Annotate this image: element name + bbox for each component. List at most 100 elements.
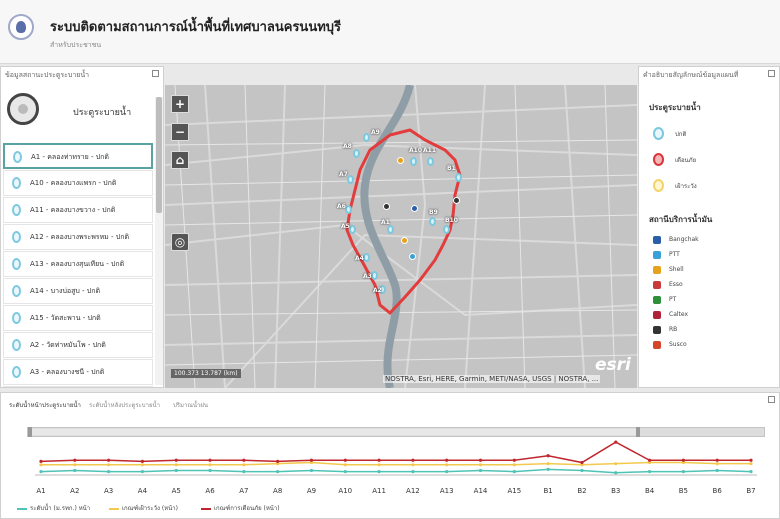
data-point[interactable] <box>749 470 753 474</box>
data-point[interactable] <box>445 458 449 462</box>
data-point[interactable] <box>377 463 381 467</box>
data-point[interactable] <box>614 471 618 475</box>
data-point[interactable] <box>614 440 618 444</box>
map-gate-marker[interactable] <box>345 205 352 214</box>
gate-list-item[interactable]: A11 - คลองบางขวาง - ปกติ <box>3 197 153 223</box>
data-point[interactable] <box>749 458 753 462</box>
data-point[interactable] <box>478 463 483 467</box>
map-gate-marker[interactable] <box>427 157 434 166</box>
fuel-station-marker[interactable] <box>453 197 460 204</box>
gate-list-item[interactable]: A4 - คลองอ้อมช้าง - ปกติ <box>3 386 153 387</box>
data-point[interactable] <box>140 470 145 474</box>
data-point[interactable] <box>242 463 246 467</box>
data-point[interactable] <box>715 468 719 473</box>
data-point[interactable] <box>377 470 381 474</box>
home-button[interactable]: ⌂ <box>171 151 189 169</box>
data-point[interactable] <box>445 470 449 474</box>
data-point[interactable] <box>546 467 550 471</box>
fuel-station-marker[interactable] <box>383 203 390 210</box>
data-point[interactable] <box>647 458 652 462</box>
map-gate-marker[interactable] <box>371 271 378 280</box>
scrollbar[interactable] <box>155 97 163 385</box>
data-point[interactable] <box>546 462 550 466</box>
data-point[interactable] <box>411 458 415 462</box>
data-point[interactable] <box>174 468 178 473</box>
data-point[interactable] <box>140 463 145 467</box>
gate-list-item[interactable]: A3 - คลองบางชนี - ปกติ <box>3 359 153 385</box>
data-point[interactable] <box>749 462 753 466</box>
map-gate-marker[interactable] <box>353 149 360 158</box>
data-point[interactable] <box>343 458 347 462</box>
data-point[interactable] <box>411 470 415 474</box>
data-point[interactable] <box>140 459 145 463</box>
gate-list-item[interactable]: A12 - คลองบางพระพรหม - ปกติ <box>3 224 153 250</box>
tab-front-water-level[interactable]: ระดับน้ำหน้าประตูระบายน้ำ <box>9 400 81 410</box>
data-point[interactable] <box>647 470 652 474</box>
range-handle-right[interactable] <box>636 427 640 437</box>
data-point[interactable] <box>478 468 483 473</box>
data-point[interactable] <box>276 459 280 463</box>
data-point[interactable] <box>512 470 516 474</box>
fuel-station-marker[interactable] <box>401 237 408 244</box>
maximize-icon[interactable] <box>152 70 159 77</box>
gate-list-item[interactable]: A13 - คลองบางสุนเทียน - ปกติ <box>3 251 153 277</box>
scrollbar-thumb[interactable] <box>156 97 162 213</box>
fuel-station-marker[interactable] <box>397 157 404 164</box>
tab-rainfall[interactable]: ปริมาณน้ำฝน <box>173 400 208 410</box>
data-point[interactable] <box>377 458 381 462</box>
fuel-station-marker[interactable] <box>411 205 418 212</box>
data-point[interactable] <box>208 463 212 467</box>
data-point[interactable] <box>242 458 246 462</box>
data-point[interactable] <box>242 470 246 474</box>
data-point[interactable] <box>580 468 584 473</box>
fuel-station-marker[interactable] <box>409 253 416 260</box>
data-point[interactable] <box>411 463 415 467</box>
map-gate-marker[interactable] <box>347 175 354 184</box>
map-gate-marker[interactable] <box>429 217 436 226</box>
data-point[interactable] <box>343 463 347 467</box>
data-point[interactable] <box>309 458 314 462</box>
data-point[interactable] <box>208 458 212 462</box>
map-gate-marker[interactable] <box>349 225 356 234</box>
zoom-in-button[interactable]: + <box>171 95 189 113</box>
gate-list-item[interactable]: A14 - บางบ่อสูบ - ปกติ <box>3 278 153 304</box>
data-point[interactable] <box>580 460 584 465</box>
gate-list-item[interactable]: A10 - คลองบางแพรก - ปกติ <box>3 170 153 196</box>
gate-list-item[interactable]: A1 - คลองท่าทราย - ปกติ <box>3 143 153 169</box>
data-point[interactable] <box>343 470 347 474</box>
data-point[interactable] <box>174 463 178 467</box>
map-gate-marker[interactable] <box>387 225 394 234</box>
data-point[interactable] <box>715 462 719 466</box>
data-point[interactable] <box>512 458 516 462</box>
chart-legend-item[interactable]: เกณฑ์เฝ้าระวัง (หน้า) <box>109 503 178 513</box>
data-point[interactable] <box>715 458 719 462</box>
range-slider[interactable] <box>27 427 765 437</box>
chart-legend-item[interactable]: ระดับน้ำ (ม.รทก.) หน้า <box>17 503 90 513</box>
data-point[interactable] <box>39 459 43 463</box>
maximize-icon[interactable] <box>768 70 775 77</box>
data-point[interactable] <box>208 468 212 473</box>
data-point[interactable] <box>39 463 43 467</box>
tab-back-water-level[interactable]: ระดับน้ำหลังประตูระบายน้ำ <box>89 400 160 410</box>
data-point[interactable] <box>309 468 314 473</box>
chart-legend-item[interactable]: เกณฑ์การเตือนภัย (หน้า) <box>201 503 280 513</box>
map-gate-marker[interactable] <box>363 133 370 142</box>
data-point[interactable] <box>681 470 685 474</box>
data-point[interactable] <box>614 462 618 466</box>
data-point[interactable] <box>73 468 77 473</box>
data-point[interactable] <box>546 454 550 458</box>
data-point[interactable] <box>174 458 178 462</box>
data-point[interactable] <box>445 463 449 467</box>
data-point[interactable] <box>73 463 77 467</box>
locate-button[interactable]: ◎ <box>171 233 189 251</box>
data-point[interactable] <box>681 458 685 462</box>
map-gate-marker[interactable] <box>455 173 462 182</box>
map-view[interactable]: + − ⌂ ◎ A9 A8 A7 A6 A5 A4 A3 A2 A1 A10 A… <box>165 85 637 388</box>
maximize-icon[interactable] <box>768 396 775 403</box>
data-point[interactable] <box>512 463 516 467</box>
gate-list-item[interactable]: A15 - วัดสะพาน - ปกติ <box>3 305 153 331</box>
data-point[interactable] <box>39 470 43 474</box>
map-gate-marker[interactable] <box>363 253 370 262</box>
data-point[interactable] <box>107 470 111 474</box>
data-point[interactable] <box>276 470 280 474</box>
